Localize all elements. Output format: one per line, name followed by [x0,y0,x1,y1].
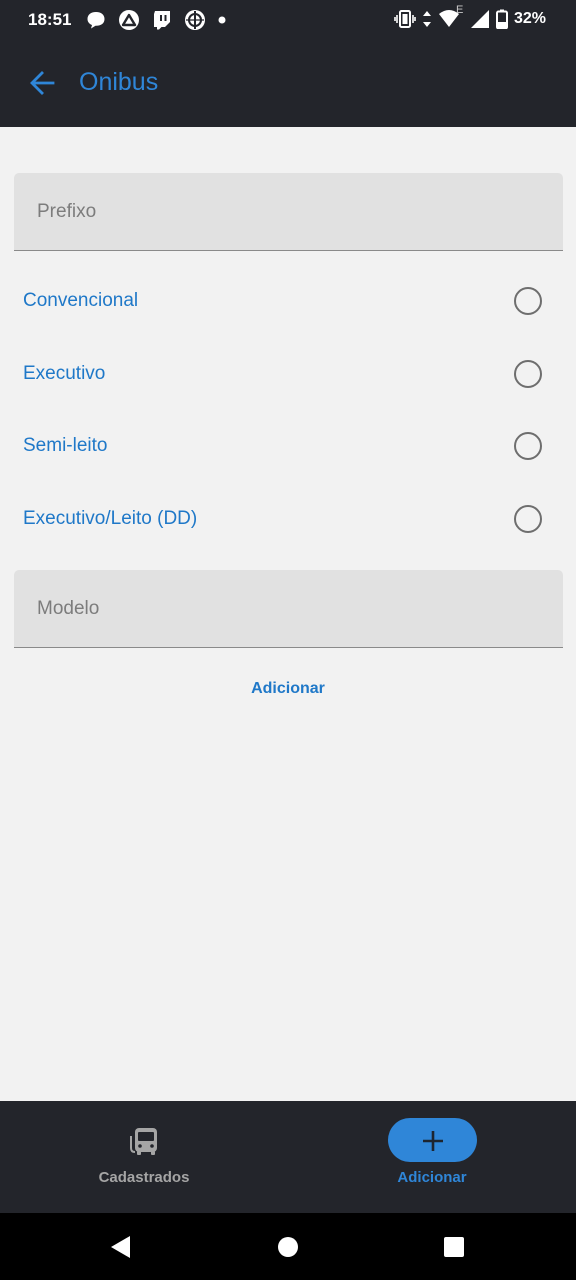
radio-label: Convencional [23,290,139,311]
modelo-field[interactable] [14,570,563,648]
radio-button[interactable] [514,360,542,388]
signal-icon [470,10,489,28]
back-triangle-icon[interactable] [107,1233,135,1261]
chat-bubble-icon [87,12,105,29]
battery-icon [495,9,508,29]
radio-button[interactable] [514,287,542,315]
vibrate-icon [394,10,416,28]
radio-label: Semi-leito [23,435,108,456]
bus-icon [130,1128,157,1155]
prefixo-field[interactable] [14,173,563,251]
status-notification-icons [86,9,226,31]
prefixo-input[interactable] [14,173,563,250]
adicionar-button[interactable]: Adicionar [238,676,338,702]
data-arrows-icon [422,11,431,27]
radio-option-convencional[interactable]: Convencional [0,266,576,338]
radio-option-executivo[interactable]: Executivo [0,339,576,411]
modelo-input[interactable] [14,570,563,647]
nav-icon-container-active [388,1118,477,1162]
nav-item-adicionar[interactable]: Adicionar [288,1101,576,1213]
nav-label: Adicionar [397,1169,467,1186]
nav-label: Cadastrados [98,1169,190,1186]
status-time: 18:51 [28,10,72,29]
radio-label: Executivo [23,363,106,384]
recents-square-icon[interactable] [440,1233,468,1261]
status-bar: 18:51 E 32% [0,0,576,40]
network-type-badge: E [455,4,464,16]
nav-item-cadastrados[interactable]: Cadastrados [0,1101,288,1213]
target-app-icon [185,10,205,30]
expo-icon [119,10,139,30]
home-circle-icon[interactable] [274,1233,302,1261]
radio-option-executivo-leito-dd[interactable]: Executivo/Leito (DD) [0,484,576,556]
arrow-left-icon [30,71,55,95]
system-navigation-bar [0,1213,576,1280]
radio-label: Executivo/Leito (DD) [23,508,198,529]
page-title: Onibus [79,68,159,96]
plus-icon [423,1131,443,1151]
radio-option-semi-leito[interactable]: Semi-leito [0,411,576,483]
battery-percentage: 32% [513,10,546,27]
radio-button[interactable] [514,432,542,460]
status-system-icons: E 32% [394,4,546,29]
app-bar: Onibus [0,40,576,127]
notification-dot-icon [218,16,226,24]
nav-icon-container [100,1118,189,1162]
twitch-icon [154,11,170,30]
radio-button[interactable] [514,505,542,533]
bottom-navigation: Cadastrados Adicionar [0,1101,576,1213]
back-button[interactable] [26,66,60,100]
